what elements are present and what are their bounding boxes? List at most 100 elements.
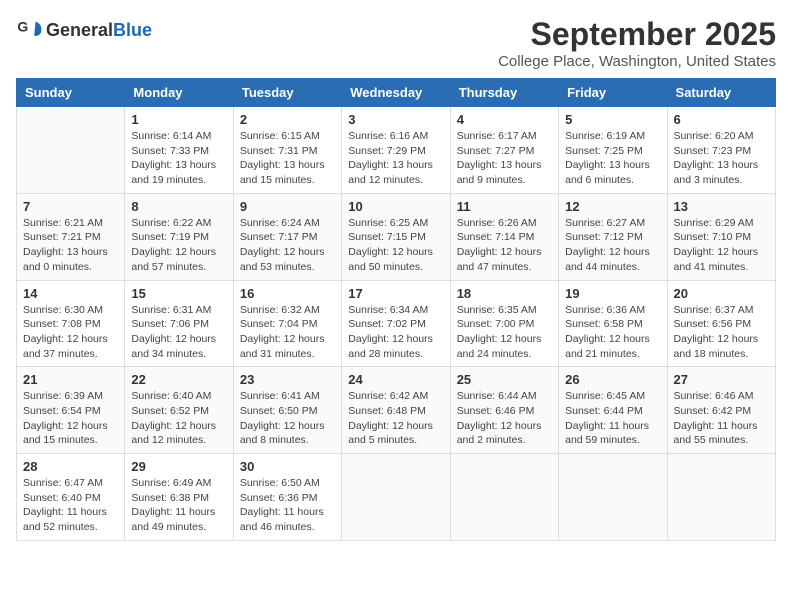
calendar-cell: 29Sunrise: 6:49 AM Sunset: 6:38 PM Dayli… [125,454,233,541]
calendar-cell [450,454,558,541]
day-number: 12 [565,199,660,214]
day-number: 17 [348,286,443,301]
day-number: 28 [23,459,118,474]
calendar-cell: 2 Sunrise: 6:15 AM Sunset: 7:31 PM Daylig… [233,107,341,194]
calendar-cell: 27 Sunrise: 6:46 AM Sunset: 6:42 PM Dayli… [667,367,775,454]
calendar-cell: 4 Sunrise: 6:17 AM Sunset: 7:27 PM Daylig… [450,107,558,194]
calendar-cell [342,454,450,541]
calendar-week-1: 1 Sunrise: 6:14 AM Sunset: 7:33 PM Daylig… [17,107,776,194]
day-info: Sunrise: 6:19 AM Sunset: 7:25 PM Dayligh… [565,129,660,188]
calendar-cell: 18 Sunrise: 6:35 AM Sunset: 7:00 PM Dayli… [450,280,558,367]
day-info: Sunrise: 6:24 AM Sunset: 7:17 PM Dayligh… [240,216,335,275]
calendar-body: 1 Sunrise: 6:14 AM Sunset: 7:33 PM Daylig… [17,107,776,541]
day-info: Sunrise: 6:15 AM Sunset: 7:31 PM Dayligh… [240,129,335,188]
calendar-cell: 20 Sunrise: 6:37 AM Sunset: 6:56 PM Dayli… [667,280,775,367]
col-sunday: Sunday [17,79,125,107]
day-number: 13 [674,199,769,214]
day-info: Sunrise: 6:42 AM Sunset: 6:48 PM Dayligh… [348,389,443,448]
calendar-cell: 7 Sunrise: 6:21 AM Sunset: 7:21 PM Daylig… [17,193,125,280]
day-number: 9 [240,199,335,214]
col-wednesday: Wednesday [342,79,450,107]
day-info: Sunrise: 6:46 AM Sunset: 6:42 PM Dayligh… [674,389,769,448]
day-number: 19 [565,286,660,301]
calendar-cell: 30 Sunrise: 6:50 AM Sunset: 6:36 PM Dayli… [233,454,341,541]
day-info: Sunrise: 6:34 AM Sunset: 7:02 PM Dayligh… [348,303,443,362]
day-number: 23 [240,372,335,387]
calendar-cell [559,454,667,541]
day-info: Sunrise: 6:35 AM Sunset: 7:00 PM Dayligh… [457,303,552,362]
calendar-cell: 21Sunrise: 6:39 AM Sunset: 6:54 PM Dayli… [17,367,125,454]
calendar-cell: 17 Sunrise: 6:34 AM Sunset: 7:02 PM Dayli… [342,280,450,367]
calendar-cell: 12Sunrise: 6:27 AM Sunset: 7:12 PM Dayli… [559,193,667,280]
day-number: 24 [348,372,443,387]
day-number: 18 [457,286,552,301]
day-info: Sunrise: 6:32 AM Sunset: 7:04 PM Dayligh… [240,303,335,362]
calendar-cell: 15Sunrise: 6:31 AM Sunset: 7:06 PM Dayli… [125,280,233,367]
calendar-cell: 5 Sunrise: 6:19 AM Sunset: 7:25 PM Daylig… [559,107,667,194]
col-thursday: Thursday [450,79,558,107]
calendar-cell: 9 Sunrise: 6:24 AM Sunset: 7:17 PM Daylig… [233,193,341,280]
day-info: Sunrise: 6:45 AM Sunset: 6:44 PM Dayligh… [565,389,660,448]
col-tuesday: Tuesday [233,79,341,107]
calendar-cell: 11Sunrise: 6:26 AM Sunset: 7:14 PM Dayli… [450,193,558,280]
day-number: 26 [565,372,660,387]
day-info: Sunrise: 6:37 AM Sunset: 6:56 PM Dayligh… [674,303,769,362]
day-info: Sunrise: 6:31 AM Sunset: 7:06 PM Dayligh… [131,303,226,362]
day-number: 20 [674,286,769,301]
page-header: G GeneralBlue September 2025 College Pla… [16,16,776,70]
day-number: 25 [457,372,552,387]
day-number: 14 [23,286,118,301]
logo-icon: G [16,16,44,44]
header-row: Sunday Monday Tuesday Wednesday Thursday… [17,79,776,107]
day-number: 30 [240,459,335,474]
calendar-cell: 10 Sunrise: 6:25 AM Sunset: 7:15 PM Dayli… [342,193,450,280]
col-friday: Friday [559,79,667,107]
day-info: Sunrise: 6:39 AM Sunset: 6:54 PM Dayligh… [23,389,118,448]
day-info: Sunrise: 6:30 AM Sunset: 7:08 PM Dayligh… [23,303,118,362]
calendar-cell: 3 Sunrise: 6:16 AM Sunset: 7:29 PM Daylig… [342,107,450,194]
svg-text:G: G [17,18,28,34]
calendar-cell: 23 Sunrise: 6:41 AM Sunset: 6:50 PM Dayli… [233,367,341,454]
logo-general: General [46,20,113,40]
day-number: 11 [457,199,552,214]
day-info: Sunrise: 6:47 AM Sunset: 6:40 PM Dayligh… [23,476,118,535]
calendar-cell: 1 Sunrise: 6:14 AM Sunset: 7:33 PM Daylig… [125,107,233,194]
day-number: 5 [565,112,660,127]
day-number: 10 [348,199,443,214]
day-number: 6 [674,112,769,127]
day-info: Sunrise: 6:14 AM Sunset: 7:33 PM Dayligh… [131,129,226,188]
calendar-cell: 22 Sunrise: 6:40 AM Sunset: 6:52 PM Dayli… [125,367,233,454]
day-info: Sunrise: 6:16 AM Sunset: 7:29 PM Dayligh… [348,129,443,188]
day-number: 16 [240,286,335,301]
calendar-subtitle: College Place, Washington, United States [498,53,776,70]
day-info: Sunrise: 6:49 AM Sunset: 6:38 PM Dayligh… [131,476,226,535]
col-monday: Monday [125,79,233,107]
day-number: 27 [674,372,769,387]
day-number: 7 [23,199,118,214]
calendar-title: September 2025 [498,16,776,53]
calendar-table: Sunday Monday Tuesday Wednesday Thursday… [16,78,776,541]
day-info: Sunrise: 6:22 AM Sunset: 7:19 PM Dayligh… [131,216,226,275]
calendar-cell: 24 Sunrise: 6:42 AM Sunset: 6:48 PM Dayli… [342,367,450,454]
day-number: 22 [131,372,226,387]
calendar-cell: 8 Sunrise: 6:22 AM Sunset: 7:19 PM Daylig… [125,193,233,280]
day-info: Sunrise: 6:20 AM Sunset: 7:23 PM Dayligh… [674,129,769,188]
day-info: Sunrise: 6:50 AM Sunset: 6:36 PM Dayligh… [240,476,335,535]
day-number: 4 [457,112,552,127]
day-info: Sunrise: 6:17 AM Sunset: 7:27 PM Dayligh… [457,129,552,188]
calendar-cell: 19Sunrise: 6:36 AM Sunset: 6:58 PM Dayli… [559,280,667,367]
day-info: Sunrise: 6:41 AM Sunset: 6:50 PM Dayligh… [240,389,335,448]
calendar-week-5: 28 Sunrise: 6:47 AM Sunset: 6:40 PM Dayli… [17,454,776,541]
calendar-cell: 13Sunrise: 6:29 AM Sunset: 7:10 PM Dayli… [667,193,775,280]
calendar-week-4: 21Sunrise: 6:39 AM Sunset: 6:54 PM Dayli… [17,367,776,454]
day-number: 3 [348,112,443,127]
day-info: Sunrise: 6:21 AM Sunset: 7:21 PM Dayligh… [23,216,118,275]
logo-blue: Blue [113,20,152,40]
day-info: Sunrise: 6:40 AM Sunset: 6:52 PM Dayligh… [131,389,226,448]
day-number: 2 [240,112,335,127]
day-number: 1 [131,112,226,127]
calendar-cell: 26 Sunrise: 6:45 AM Sunset: 6:44 PM Dayli… [559,367,667,454]
day-info: Sunrise: 6:25 AM Sunset: 7:15 PM Dayligh… [348,216,443,275]
day-number: 8 [131,199,226,214]
calendar-cell: 6 Sunrise: 6:20 AM Sunset: 7:23 PM Daylig… [667,107,775,194]
